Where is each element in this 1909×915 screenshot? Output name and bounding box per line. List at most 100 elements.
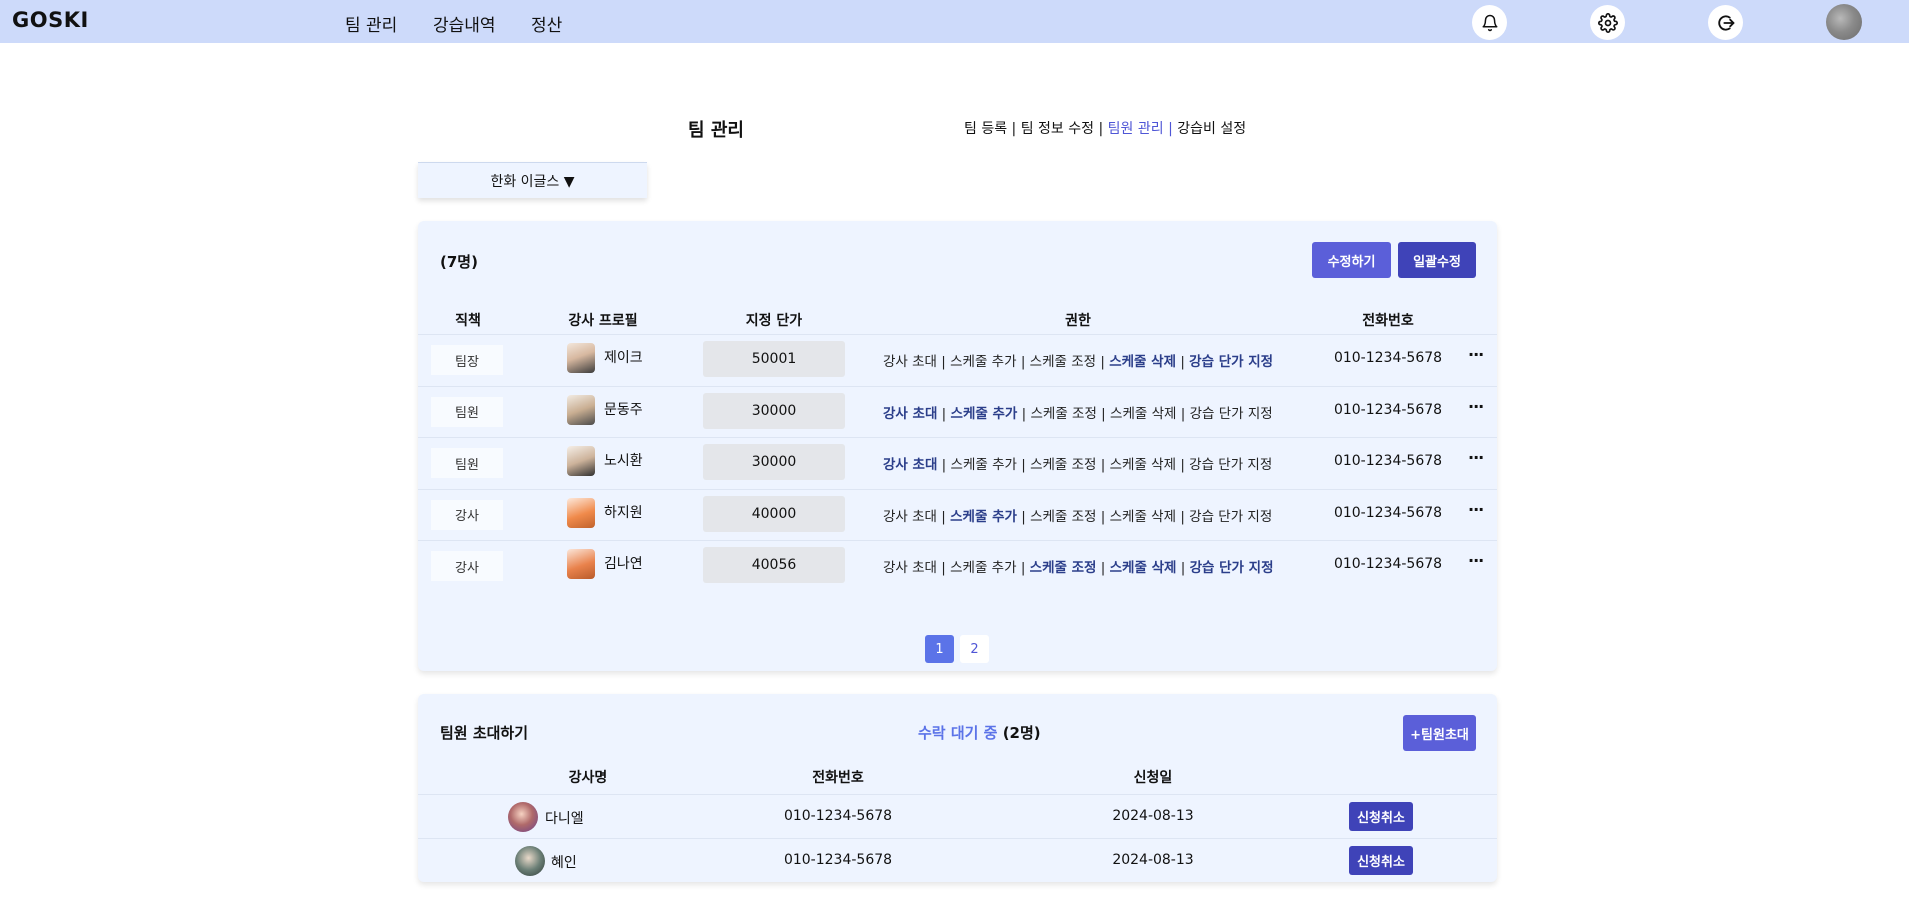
- page-button-1[interactable]: 1: [925, 635, 954, 663]
- user-avatar[interactable]: [1826, 4, 1862, 40]
- instructor-name: 김나연: [604, 556, 643, 572]
- logout-button[interactable]: [1708, 5, 1743, 40]
- more-options-icon[interactable]: ···: [1468, 397, 1484, 416]
- subnav-separator: |: [1011, 121, 1017, 137]
- bulk-edit-button[interactable]: 일괄수정: [1398, 242, 1476, 278]
- permission-item[interactable]: 강사 초대: [883, 560, 937, 576]
- invite-title: 팀원 초대하기: [440, 724, 529, 742]
- phone-number: 010-1234-5678: [1333, 556, 1443, 572]
- role-badge[interactable]: 팀장: [431, 345, 503, 375]
- cancel-request-button[interactable]: 신청취소: [1349, 802, 1413, 831]
- permission-item[interactable]: 스케줄 추가: [951, 406, 1018, 422]
- invite-row: 혜인 010-1234-5678 2024-08-13 신청취소: [418, 838, 1497, 882]
- bell-icon: [1482, 14, 1497, 31]
- permission-separator: |: [937, 405, 951, 422]
- permission-item[interactable]: 강사 초대: [883, 354, 937, 370]
- pending-label: 수락 대기 중: [918, 724, 998, 742]
- member-row: 팀장 제이크 50001 강사 초대 | 스케줄 추가 | 스케줄 조정 | 스케줄 …: [418, 334, 1497, 385]
- nav-team-management[interactable]: 팀 관리: [345, 11, 397, 36]
- permission-item[interactable]: 스케줄 조정: [1030, 457, 1096, 473]
- more-options-icon[interactable]: ···: [1468, 500, 1484, 519]
- invitee-name: 혜인: [551, 855, 577, 871]
- phone-number: 010-1234-5678: [1333, 401, 1443, 418]
- role-badge[interactable]: 팀원: [431, 396, 503, 427]
- price-input[interactable]: 30000: [703, 392, 845, 429]
- member-row: 팀원 노시환 30000 강사 초대 | 스케줄 추가 | 스케줄 조정 | 스케줄 …: [418, 437, 1497, 488]
- permission-item[interactable]: 스케줄 추가: [950, 354, 1016, 370]
- permission-item[interactable]: 강습 단가 지정: [1189, 457, 1272, 473]
- more-options-icon[interactable]: ···: [1468, 551, 1484, 570]
- permission-item[interactable]: 스케줄 삭제: [1109, 354, 1176, 370]
- invitee-avatar: [515, 846, 545, 876]
- permission-item[interactable]: 스케줄 조정: [1030, 560, 1097, 576]
- edit-button[interactable]: 수정하기: [1312, 242, 1391, 278]
- permission-separator: |: [1096, 354, 1110, 370]
- instructor-avatar: [567, 446, 595, 476]
- subnav-team-info-edit[interactable]: 팀 정보 수정: [1021, 121, 1094, 137]
- gear-icon: [1597, 12, 1618, 33]
- column-header-instructor-name: 강사명: [568, 770, 608, 786]
- subnav-member-management[interactable]: 팀원 관리: [1108, 121, 1164, 137]
- nav-lesson-history[interactable]: 강습내역: [433, 11, 496, 36]
- permission-item[interactable]: 스케줄 삭제: [1110, 406, 1176, 422]
- price-input[interactable]: 50001: [703, 341, 845, 377]
- request-date: 2024-08-13: [1112, 808, 1194, 824]
- column-header-price: 지정 단가: [745, 313, 803, 329]
- invitee-phone: 010-1234-5678: [783, 852, 893, 868]
- more-options-icon[interactable]: ···: [1468, 448, 1484, 467]
- role-badge[interactable]: 강사: [431, 551, 503, 581]
- permission-item[interactable]: 강습 단가 지정: [1189, 509, 1272, 525]
- instructor-name: 하지원: [604, 504, 643, 521]
- invite-member-button[interactable]: +팀원초대: [1403, 715, 1476, 751]
- settings-button[interactable]: [1590, 5, 1625, 40]
- permission-item[interactable]: 강습 단가 지정: [1190, 406, 1273, 422]
- permission-item[interactable]: 스케줄 조정: [1030, 406, 1096, 422]
- invite-row: 다니엘 010-1234-5678 2024-08-13 신청취소: [418, 794, 1497, 838]
- permission-item[interactable]: 강습 단가 지정: [1189, 354, 1273, 370]
- permission-separator: |: [1016, 457, 1031, 473]
- permission-item[interactable]: 스케줄 조정: [1030, 354, 1096, 370]
- permission-item[interactable]: 강습 단가 지정: [1190, 560, 1274, 576]
- permission-item[interactable]: 스케줄 추가: [950, 509, 1017, 525]
- sub-navigation: 팀 등록 | 팀 정보 수정 | 팀원 관리 | 강습비 설정: [964, 118, 1246, 138]
- permission-item[interactable]: 강사 초대: [883, 406, 937, 422]
- price-input[interactable]: 40056: [703, 547, 845, 583]
- team-select-dropdown[interactable]: 한화 이글스 ▼: [418, 162, 647, 198]
- invitee-avatar: [508, 802, 538, 832]
- role-badge[interactable]: 팀원: [431, 448, 503, 478]
- permission-item[interactable]: 스케줄 삭제: [1110, 560, 1177, 576]
- price-input[interactable]: 30000: [703, 444, 845, 480]
- permission-item[interactable]: 스케줄 추가: [951, 457, 1017, 473]
- permissions-list: 강사 초대 | 스케줄 추가 | 스케줄 조정 | 스케줄 삭제 | 강습 단가…: [883, 350, 1273, 370]
- notification-button[interactable]: [1472, 5, 1507, 40]
- invite-panel: 팀원 초대하기 수락 대기 중 (2명) +팀원초대 강사명 전화번호 신청일 …: [418, 694, 1497, 882]
- permissions-list: 강사 초대 | 스케줄 추가 | 스케줄 조정 | 스케줄 삭제 | 강습 단가…: [883, 556, 1274, 576]
- permission-item[interactable]: 스케줄 추가: [950, 560, 1016, 576]
- permission-separator: |: [1016, 560, 1030, 576]
- permission-item[interactable]: 스케줄 삭제: [1110, 509, 1176, 525]
- column-header-profile: 강사 프로필: [568, 313, 638, 329]
- permission-separator: |: [1176, 508, 1190, 525]
- permission-separator: |: [1016, 354, 1030, 370]
- phone-number: 010-1234-5678: [1333, 350, 1443, 366]
- member-row: 강사 하지원 40000 강사 초대 | 스케줄 추가 | 스케줄 조정 | 스케줄 …: [418, 488, 1497, 540]
- permission-separator: |: [936, 354, 951, 370]
- subnav-team-register[interactable]: 팀 등록: [964, 121, 1007, 137]
- permission-separator: |: [936, 508, 951, 525]
- subnav-lesson-fee-settings[interactable]: 강습비 설정: [1177, 121, 1246, 137]
- permission-item[interactable]: 스케줄 조정: [1030, 509, 1096, 525]
- permission-separator: |: [1096, 405, 1111, 422]
- more-options-icon[interactable]: ···: [1468, 345, 1484, 364]
- cancel-request-button[interactable]: 신청취소: [1349, 846, 1413, 875]
- role-badge[interactable]: 강사: [431, 499, 503, 530]
- permissions-list: 강사 초대 | 스케줄 추가 | 스케줄 조정 | 스케줄 삭제 | 강습 단가…: [883, 453, 1272, 473]
- permission-separator: |: [1096, 457, 1110, 473]
- permission-item[interactable]: 강사 초대: [883, 457, 937, 473]
- nav-settlement[interactable]: 정산: [531, 11, 562, 36]
- permission-item[interactable]: 강사 초대: [883, 509, 937, 525]
- permission-item[interactable]: 스케줄 삭제: [1110, 457, 1176, 473]
- price-input[interactable]: 40000: [703, 495, 845, 532]
- instructor-name: 문동주: [604, 401, 643, 418]
- app-logo[interactable]: GOSKI: [12, 8, 89, 32]
- page-button-2[interactable]: 2: [960, 635, 989, 663]
